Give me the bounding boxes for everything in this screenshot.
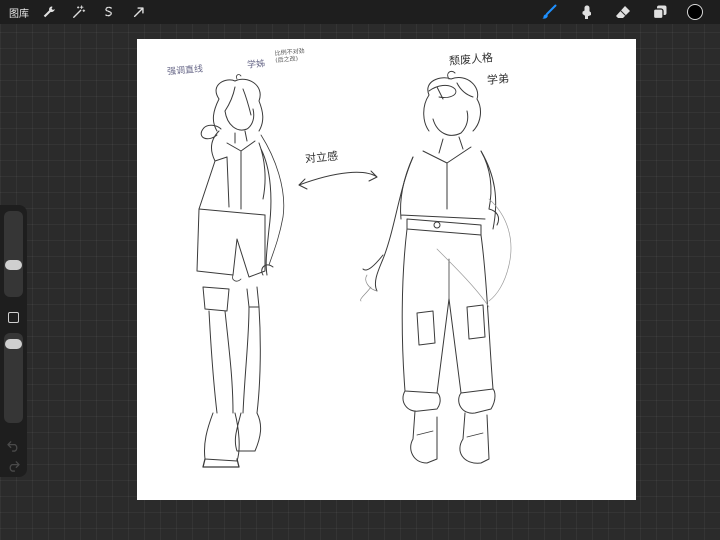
- modify-button[interactable]: [8, 312, 19, 323]
- brush-icon[interactable]: [539, 2, 559, 22]
- transform-arrow-icon[interactable]: [129, 2, 149, 22]
- note-middle: 对立感: [304, 149, 339, 166]
- right-tool-group: [539, 0, 720, 24]
- color-picker-button[interactable]: [687, 4, 703, 20]
- opacity-slider[interactable]: [4, 333, 23, 423]
- eraser-icon[interactable]: [613, 2, 633, 22]
- magic-wand-icon[interactable]: [69, 2, 89, 22]
- selection-icon[interactable]: [99, 2, 119, 22]
- opacity-thumb[interactable]: [5, 339, 22, 349]
- wrench-icon[interactable]: [39, 2, 59, 22]
- smudge-icon[interactable]: [576, 2, 596, 22]
- note-top-left-small: 比例不对劲 (后之改): [274, 47, 305, 65]
- brush-size-thumb[interactable]: [5, 260, 22, 270]
- sketch-artwork: [196, 70, 512, 468]
- note-top-right-2: 学弟: [486, 72, 510, 87]
- note-top-left-2: 学姊: [246, 59, 266, 71]
- undo-icon[interactable]: [7, 437, 20, 452]
- layers-icon[interactable]: [650, 2, 670, 22]
- top-toolbar: 图库: [0, 0, 720, 24]
- brush-size-slider[interactable]: [4, 211, 23, 297]
- drawing-canvas[interactable]: 强调直线 学姊 比例不对劲 (后之改) 对立感 颓废人格 学弟: [137, 39, 636, 500]
- redo-icon[interactable]: [7, 457, 20, 472]
- side-toolbar: [0, 205, 27, 477]
- gallery-button[interactable]: 图库: [9, 5, 29, 20]
